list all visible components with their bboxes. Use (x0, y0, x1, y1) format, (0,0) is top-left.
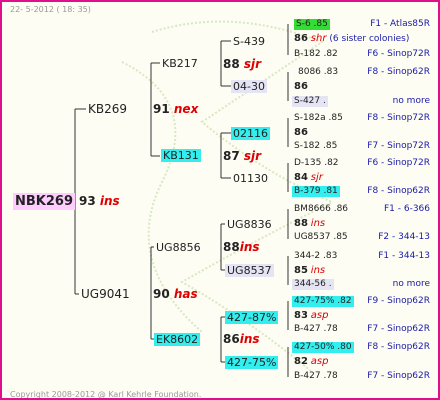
gen4-group8-suffix: asp (310, 356, 329, 367)
gen4-group4-number: 84 (294, 172, 308, 183)
gen2-ek8602[interactable]: EK8602 (154, 333, 201, 346)
gen4-s182a[interactable]: S-182a .85 (294, 114, 343, 123)
gen2-kb131-number: 87 sjr (223, 150, 261, 162)
gen3-04-30[interactable]: 04-30 (231, 80, 267, 93)
right-label-12: no more (392, 279, 430, 289)
gen3-ug8836[interactable]: UG8836 (227, 219, 272, 230)
gen4-group4-mid: 84 sjr (294, 173, 323, 183)
right-label-10: F2 - 344-13 (378, 232, 430, 242)
gen4-s182[interactable]: S-182 .85 (294, 142, 337, 151)
gen4-group5-mid: 88 ins (294, 219, 325, 229)
right-label-9: F1 - 6-366 (383, 204, 430, 214)
right-label-3: F8 - Sinop62R (367, 67, 430, 77)
right-label-5: F8 - Sinop72R (367, 113, 430, 123)
gen4-group7-number: 83 (294, 310, 308, 321)
gen4-group1-mid: 86 shr (6 sister colonies) (294, 34, 409, 44)
gen2-ug8856-suffix: ins (239, 240, 260, 254)
right-label-15: F8 - Sinop62R (367, 342, 430, 352)
gen4-group1-note: (6 sister colonies) (329, 34, 410, 44)
gen2-ek8602-suffix: ins (239, 332, 260, 346)
gen3-427-87[interactable]: 427-87% (225, 311, 279, 324)
gen4-group4-suffix: sjr (310, 172, 323, 183)
gen4-bm8666[interactable]: BM8666 .86 (294, 205, 348, 214)
gen3-427-75[interactable]: 427-75% (225, 356, 279, 369)
gen4-group6-mid: 85 ins (294, 266, 325, 276)
right-label-14: F7 - Sinop62R (367, 324, 430, 334)
gen3-01130[interactable]: 01130 (233, 173, 268, 184)
gen4-group1-suffix: shr (310, 33, 327, 44)
gen2-kb131-suffix: sjr (243, 149, 262, 163)
gen2-kb131[interactable]: KB131 (161, 149, 201, 162)
gen4-group8-mid: 82 asp (294, 357, 328, 367)
gen4-344-2[interactable]: 344-2 .83 (294, 252, 337, 261)
gen1-ug9041-number: 90 has (153, 288, 198, 300)
gen2-ug8856-number: 88ins (223, 241, 260, 253)
gen4-group3-mid: 86 (294, 128, 308, 138)
right-label-1: F1 - Atlas85R (370, 19, 430, 29)
gen4-b427-a[interactable]: B-427 .78 (294, 325, 338, 334)
gen4-group8-number: 82 (294, 356, 308, 367)
gen2-kb131-number-value: 87 (223, 149, 240, 163)
gen1-kb269-number: 91 nex (153, 103, 198, 115)
gen1-kb269-suffix: nex (173, 102, 199, 116)
report-date: 22- 5-2012 ( 18: 35) (10, 5, 91, 14)
right-label-2: F6 - Sinop72R (367, 49, 430, 59)
gen3-s439[interactable]: S-439 (233, 36, 265, 47)
gen4-ug8537[interactable]: UG8537 .85 (294, 233, 348, 242)
gen4-427-50[interactable]: 427-50% .80 (292, 342, 354, 353)
root-number-value: 93 (79, 194, 96, 208)
gen2-kb217-number: 88 sjr (223, 58, 261, 70)
right-label-11: F1 - 344-13 (378, 251, 430, 261)
gen1-ug9041[interactable]: UG9041 (81, 288, 130, 300)
gen1-kb269[interactable]: KB269 (88, 103, 127, 115)
gen1-kb269-number-value: 91 (153, 102, 170, 116)
pedigree-frame: 22- 5-2012 ( 18: 35) NBK269 93 ins KB269… (0, 0, 440, 400)
right-label-8: F8 - Sinop62R (367, 186, 430, 196)
gen4-344-56[interactable]: 344-56 . (292, 279, 334, 290)
gen4-group5-suffix: ins (310, 218, 326, 229)
right-label-6: F7 - Sinop72R (367, 141, 430, 151)
gen4-group2-mid: 86 (294, 82, 308, 92)
root-queen-label[interactable]: NBK269 (13, 193, 75, 210)
gen4-group7-suffix: asp (310, 310, 329, 321)
gen3-02116[interactable]: 02116 (231, 127, 270, 140)
gen4-427-75[interactable]: 427-75% .82 (292, 296, 354, 307)
gen4-b182[interactable]: B-182 .82 (294, 50, 338, 59)
gen4-group2-number: 86 (294, 81, 308, 92)
copyright-footer: Copyright 2008-2012 @ Karl Kehrle Founda… (10, 390, 202, 399)
gen2-kb217[interactable]: KB217 (162, 58, 198, 69)
gen1-ug9041-number-value: 90 (153, 287, 170, 301)
gen1-ug9041-suffix: has (173, 287, 198, 301)
gen2-kb217-suffix: sjr (243, 57, 262, 71)
root-suffix: ins (99, 194, 120, 208)
gen4-group5-number: 88 (294, 218, 308, 229)
right-label-4: no more (392, 96, 430, 106)
gen4-group1-number: 86 (294, 33, 308, 44)
gen2-ek8602-number: 86ins (223, 333, 260, 345)
right-label-16: F7 - Sinop62R (367, 371, 430, 381)
root-number: 93 ins (79, 195, 120, 207)
gen2-kb217-number-value: 88 (223, 57, 240, 71)
gen2-ug8856[interactable]: UG8856 (156, 242, 201, 253)
gen4-s427[interactable]: S-427 . (292, 96, 328, 107)
gen4-d135[interactable]: D-135 .82 (294, 159, 339, 168)
right-label-13: F9 - Sinop62R (367, 296, 430, 306)
gen4-group3-number: 86 (294, 127, 308, 138)
gen4-group7-mid: 83 asp (294, 311, 328, 321)
gen4-s6[interactable]: S-6 .85 (294, 19, 330, 30)
gen4-b427-b[interactable]: B-427 .78 (294, 372, 338, 381)
gen4-group6-number: 85 (294, 265, 308, 276)
gen3-ug8537[interactable]: UG8537 (225, 264, 274, 277)
gen4-b379[interactable]: B-379 .81 (292, 186, 340, 197)
gen2-ug8856-number-value: 88 (223, 240, 240, 254)
gen4-8086[interactable]: 8086 .83 (298, 68, 338, 77)
right-label-7: F6 - Sinop72R (367, 158, 430, 168)
gen4-group6-suffix: ins (310, 265, 326, 276)
gen2-ek8602-number-value: 86 (223, 332, 240, 346)
